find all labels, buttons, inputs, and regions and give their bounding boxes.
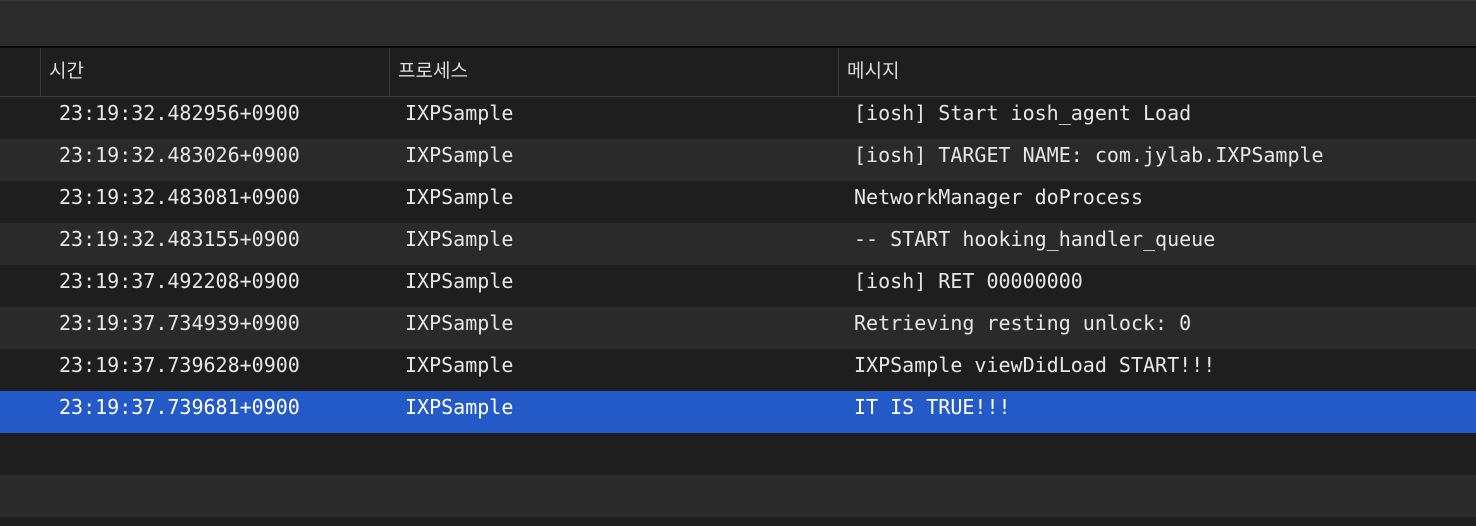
time-cell: 23:19:37.739681+0900 bbox=[59, 395, 300, 419]
table-row[interactable]: 23:19:32.483081+0900 IXPSample NetworkMa… bbox=[0, 181, 1476, 223]
time-cell: 23:19:37.734939+0900 bbox=[59, 311, 300, 335]
table-row[interactable]: 23:19:37.739628+0900 IXPSample IXPSample… bbox=[0, 349, 1476, 391]
message-cell: IXPSample viewDidLoad START!!! bbox=[854, 353, 1216, 377]
message-cell: Retrieving resting unlock: 0 bbox=[854, 311, 1192, 335]
time-cell: 23:19:32.482956+0900 bbox=[59, 101, 300, 125]
column-header-message[interactable]: 메시지 bbox=[838, 48, 1476, 96]
time-cell: 23:19:32.483081+0900 bbox=[59, 185, 300, 209]
time-cell: 23:19:37.492208+0900 bbox=[59, 269, 300, 293]
process-cell: IXPSample bbox=[405, 143, 514, 167]
process-cell: IXPSample bbox=[405, 269, 514, 293]
console-window: 시간 프로세스 메시지 23:19:32.482956+0900 IXPSamp… bbox=[0, 0, 1476, 526]
table-row[interactable]: 23:19:32.483026+0900 IXPSample [iosh] TA… bbox=[0, 139, 1476, 181]
table-row[interactable]: 23:19:37.734939+0900 IXPSample Retrievin… bbox=[0, 307, 1476, 349]
message-cell: IT IS TRUE!!! bbox=[854, 395, 1011, 419]
empty-row bbox=[0, 433, 1476, 475]
toolbar bbox=[0, 0, 1476, 46]
log-table: 23:19:32.482956+0900 IXPSample [iosh] St… bbox=[0, 97, 1476, 517]
column-header-time[interactable]: 시간 bbox=[40, 48, 389, 96]
table-header: 시간 프로세스 메시지 bbox=[0, 48, 1476, 97]
table-row[interactable]: 23:19:37.492208+0900 IXPSample [iosh] RE… bbox=[0, 265, 1476, 307]
message-cell: [iosh] Start iosh_agent Load bbox=[854, 101, 1192, 125]
process-cell: IXPSample bbox=[405, 311, 514, 335]
message-cell: [iosh] TARGET NAME: com.jylab.IXPSample bbox=[854, 143, 1324, 167]
message-cell: NetworkManager doProcess bbox=[854, 185, 1143, 209]
process-cell: IXPSample bbox=[405, 395, 514, 419]
message-cell: [iosh] RET 00000000 bbox=[854, 269, 1083, 293]
table-row[interactable]: 23:19:32.482956+0900 IXPSample [iosh] St… bbox=[0, 97, 1476, 139]
time-cell: 23:19:32.483026+0900 bbox=[59, 143, 300, 167]
message-cell: -- START hooking_handler_queue bbox=[854, 227, 1216, 251]
process-cell: IXPSample bbox=[405, 227, 514, 251]
time-cell: 23:19:37.739628+0900 bbox=[59, 353, 300, 377]
process-cell: IXPSample bbox=[405, 101, 514, 125]
process-cell: IXPSample bbox=[405, 353, 514, 377]
empty-row bbox=[0, 475, 1476, 517]
process-cell: IXPSample bbox=[405, 185, 514, 209]
table-row[interactable]: 23:19:32.483155+0900 IXPSample -- START … bbox=[0, 223, 1476, 265]
column-header-process[interactable]: 프로세스 bbox=[389, 48, 838, 96]
time-cell: 23:19:32.483155+0900 bbox=[59, 227, 300, 251]
table-row-selected[interactable]: 23:19:37.739681+0900 IXPSample IT IS TRU… bbox=[0, 391, 1476, 433]
